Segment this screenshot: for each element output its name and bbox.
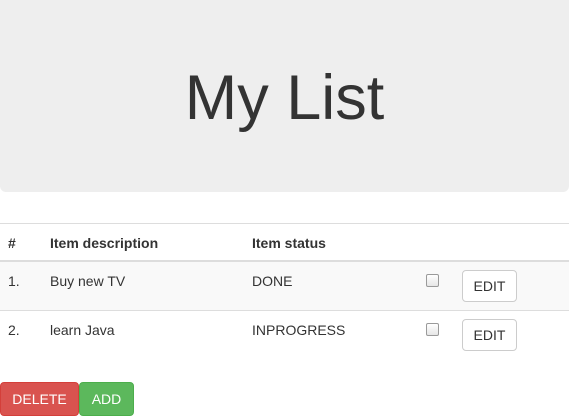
table-row: 1. Buy new TV DONE EDIT [0, 260, 569, 311]
item-description: Buy new TV [50, 272, 126, 289]
item-description: learn Java [50, 322, 115, 338]
column-header-number: # [8, 234, 16, 251]
items-table: # Item description Item status 1. Buy ne… [0, 223, 569, 361]
select-checkbox[interactable] [426, 273, 439, 287]
edit-cell: EDIT [462, 311, 569, 361]
select-cell [418, 311, 462, 361]
table-header-row: # Item description Item status [0, 223, 569, 261]
column-header-description: Item description [50, 234, 159, 251]
row-number: 2. [8, 322, 20, 338]
edit-button[interactable]: EDIT [462, 269, 517, 302]
add-button[interactable]: ADD [79, 382, 134, 416]
page-title: My List [184, 63, 385, 133]
select-checkbox[interactable] [426, 323, 439, 336]
row-number: 1. [8, 272, 20, 289]
column-header-status: Item status [252, 234, 326, 251]
column-header-actions [462, 224, 569, 261]
column-header-select [418, 224, 462, 261]
item-status: DONE [252, 272, 293, 289]
action-bar: DELETE ADD [0, 382, 134, 416]
edit-button[interactable]: EDIT [462, 319, 517, 351]
page: My List # Item description Item status 1… [0, 0, 572, 418]
delete-button[interactable]: DELETE [0, 382, 79, 416]
edit-cell: EDIT [462, 261, 569, 311]
table-row: 2. learn Java INPROGRESS EDIT [0, 311, 569, 361]
item-status: INPROGRESS [252, 322, 346, 338]
select-cell [418, 261, 462, 311]
header-banner: My List [0, 0, 569, 192]
